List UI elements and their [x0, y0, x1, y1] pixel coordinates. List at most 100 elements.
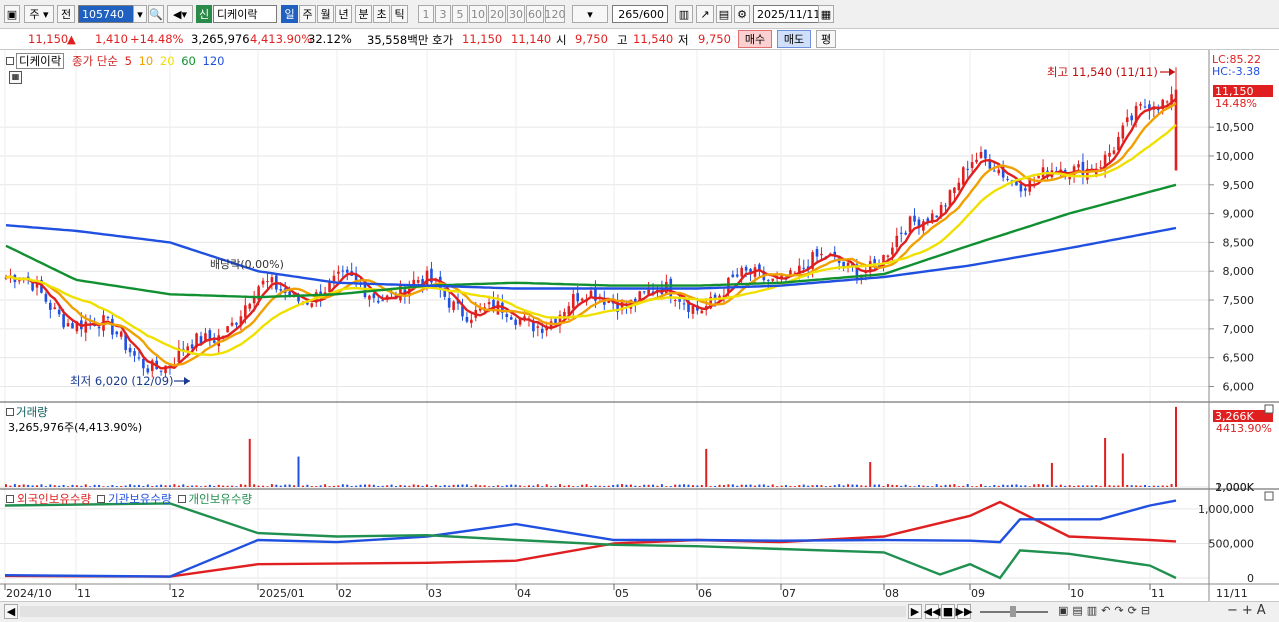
volume-bar	[1037, 484, 1040, 487]
candle-body	[691, 305, 695, 314]
first-page-icon[interactable]: ◀◀	[924, 604, 940, 619]
volume-bar	[656, 485, 659, 487]
period-button-4[interactable]: 년	[335, 5, 352, 23]
zoom-controls-icon[interactable]: −+A	[1227, 603, 1270, 618]
volume-bar	[948, 484, 951, 487]
minute-button-120[interactable]: 120	[545, 5, 566, 23]
volume-bar	[971, 486, 974, 487]
scroll-right-icon[interactable]: ▶	[908, 604, 922, 619]
search-icon[interactable]: 🔍	[148, 5, 164, 23]
stock-type-badge: 신	[196, 5, 212, 23]
volume-bar	[1126, 484, 1129, 487]
eval-button[interactable]: 평	[816, 30, 836, 48]
holdings-legend-2[interactable]: 기관보유수량	[108, 492, 171, 506]
window-menu-icon[interactable]: ▣	[4, 5, 20, 23]
minute-button-30[interactable]: 30	[507, 5, 525, 23]
display-count-field[interactable]: 265/600	[612, 5, 668, 23]
candle-body	[252, 297, 256, 304]
legend-box-icon	[6, 57, 14, 65]
volume-bar	[935, 484, 938, 487]
up-arrow-icon: ▲	[67, 32, 76, 46]
legend-ma-20[interactable]: 20	[156, 54, 175, 68]
volume-bar	[665, 486, 668, 487]
holdings-legend-3[interactable]: 개인보유수량	[189, 492, 252, 506]
volume-bar	[186, 485, 189, 487]
candle-body	[571, 293, 575, 309]
volume-title[interactable]: 거래량	[16, 405, 48, 419]
interval-dropdown[interactable]: ▾	[572, 5, 608, 23]
grid-table-icon[interactable]: ▦	[9, 71, 22, 84]
low-price: 9,750	[698, 32, 731, 46]
period-button-5[interactable]: 분	[355, 5, 372, 23]
chart-area[interactable]: 10,500 10,000 9,500 9,000 8,500 8,000 7,500 7,0…	[0, 50, 1279, 602]
zoom-slider-thumb[interactable]	[1010, 606, 1016, 617]
volume-bar	[439, 485, 442, 487]
holdings-legend-1[interactable]: 외국인보유수량	[17, 492, 91, 506]
volume-bar	[820, 485, 823, 487]
stock-name-field: 디케이락	[213, 5, 277, 23]
period-button-3[interactable]: 월	[317, 5, 334, 23]
buy-button[interactable]: 매수	[738, 30, 772, 48]
volume-bar	[962, 485, 965, 487]
sell-button[interactable]: 매도	[777, 30, 811, 48]
candle-body	[820, 253, 823, 256]
stop-icon[interactable]: ■	[941, 604, 955, 619]
chart-tool-icons[interactable]: ▣▤▥↶↷⟳⊟	[1058, 604, 1154, 617]
period-button-2[interactable]: 주	[299, 5, 316, 23]
volume-bar	[625, 484, 628, 487]
volume-bar	[833, 485, 836, 487]
scroll-track[interactable]	[20, 606, 906, 617]
volume-bar	[1090, 485, 1093, 487]
volume-bar	[1152, 485, 1155, 487]
minute-button-10[interactable]: 10	[469, 5, 487, 23]
minute-button-60[interactable]: 60	[526, 5, 544, 23]
candle-body	[368, 295, 371, 300]
legend-ma-5[interactable]: 5	[125, 54, 132, 68]
legend-stock-name[interactable]: 디케이락	[16, 53, 65, 69]
volume-bar	[465, 484, 468, 487]
volume-panel-close-icon[interactable]	[1264, 404, 1274, 414]
legend-ma-120[interactable]: 120	[199, 54, 224, 68]
market-select[interactable]: 주 ▾	[24, 5, 54, 23]
gear-icon[interactable]: ⚙	[734, 5, 750, 23]
speaker-icon[interactable]: ◀▾	[167, 5, 193, 23]
code-dropdown-icon[interactable]: ▾	[133, 5, 147, 23]
minute-button-3[interactable]: 3	[435, 5, 451, 23]
minute-button-1[interactable]: 1	[418, 5, 434, 23]
legend-ma-10[interactable]: 10	[135, 54, 154, 68]
candle-type-icon[interactable]: ▥	[675, 5, 693, 23]
calendar-icon[interactable]: ▦	[818, 5, 834, 23]
volume-bar	[652, 484, 655, 487]
volume-bar	[239, 484, 242, 487]
prev-button[interactable]: 전	[57, 5, 75, 23]
candle-body	[381, 300, 385, 302]
volume-bar	[208, 484, 211, 487]
candle-body	[17, 280, 21, 282]
volume-bar	[753, 485, 756, 487]
volume-bar	[129, 484, 132, 487]
period-button-6[interactable]: 초	[373, 5, 390, 23]
x-axis-label: 11	[1151, 587, 1165, 600]
volume-bar	[168, 485, 171, 487]
minute-button-20[interactable]: 20	[488, 5, 506, 23]
candle-body	[111, 318, 114, 335]
scroll-left-icon[interactable]: ◀	[4, 604, 18, 619]
volume-bar	[377, 485, 380, 487]
period-button-7[interactable]: 틱	[391, 5, 408, 23]
legend-ma-60[interactable]: 60	[178, 54, 196, 68]
chart-svg[interactable]: 10,500 10,000 9,500 9,000 8,500 8,000 7,500 7,0…	[0, 50, 1279, 602]
period-button-1[interactable]: 일	[281, 5, 298, 23]
last-page-icon[interactable]: ▶▶	[956, 604, 972, 619]
stock-code-input[interactable]: 105740	[78, 5, 138, 23]
save-icon[interactable]: ▤	[716, 5, 732, 23]
open-label: 시	[556, 33, 567, 47]
volume-bar	[1108, 485, 1111, 487]
draw-tool-icon[interactable]: ↗	[696, 5, 714, 23]
x-axis-label: 09	[971, 587, 985, 600]
holdings-panel-close-icon[interactable]	[1264, 491, 1274, 501]
volume-bar	[776, 486, 779, 487]
minute-button-5[interactable]: 5	[452, 5, 468, 23]
price-y-tick: 10,000	[1216, 150, 1255, 163]
volume-bar	[669, 486, 672, 487]
date-input[interactable]: 2025/11/11	[753, 5, 820, 23]
